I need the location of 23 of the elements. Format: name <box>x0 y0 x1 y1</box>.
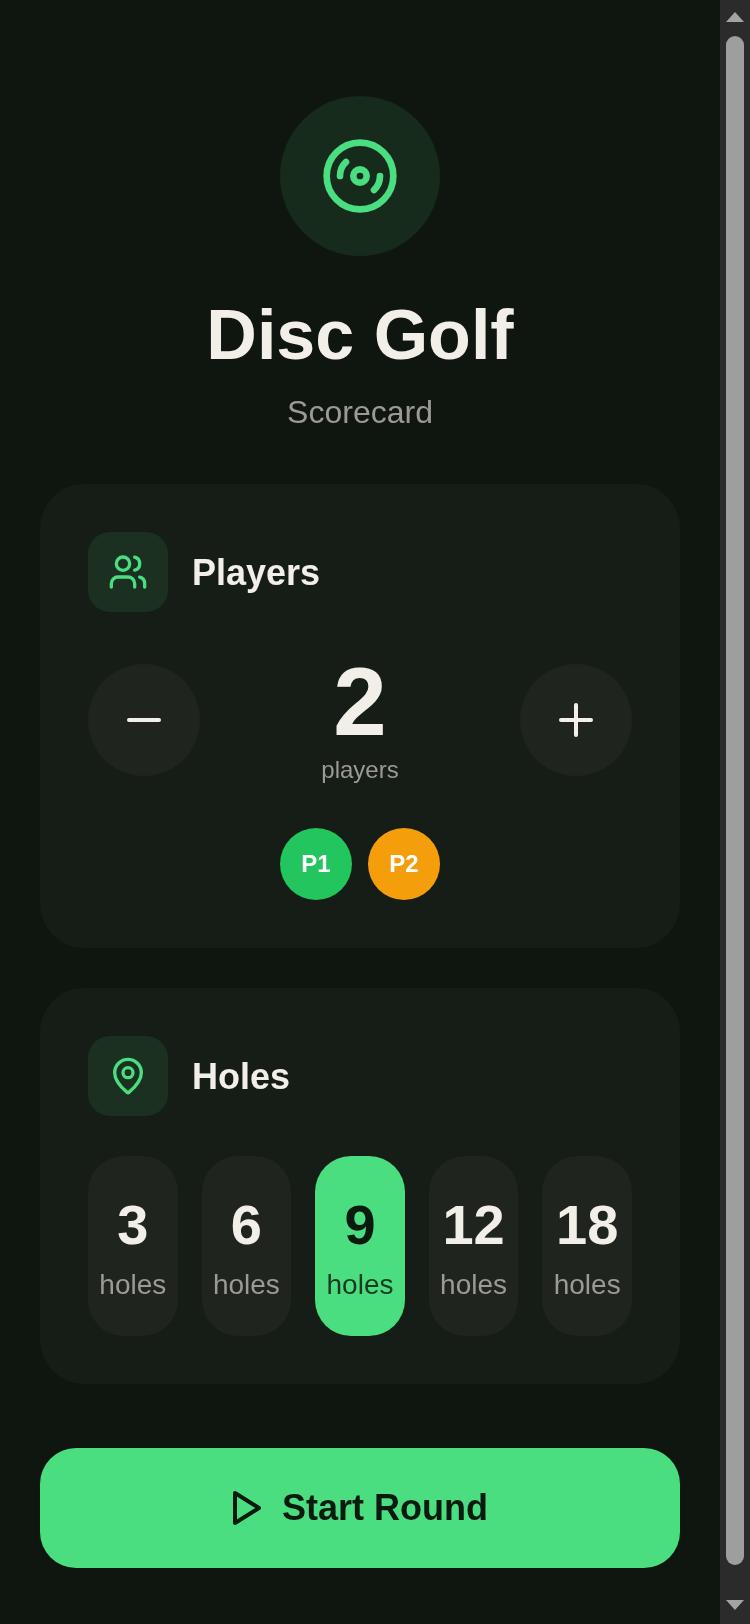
hole-count-option[interactable]: 12 holes <box>428 1156 519 1337</box>
player-count: 2 <box>333 654 387 751</box>
hole-count-option[interactable]: 3 holes <box>88 1156 178 1337</box>
holes-heading: Holes <box>192 1054 291 1098</box>
scroll-down-icon[interactable] <box>726 1600 744 1610</box>
player-avatar: P1 <box>280 828 352 901</box>
player-avatar: P2 <box>368 828 440 901</box>
player-count-label: players <box>321 756 399 786</box>
hole-count-option[interactable]: 9 holes <box>315 1156 405 1337</box>
app-title: Disc Golf <box>206 295 514 376</box>
app-subtitle: Scorecard <box>287 393 433 432</box>
hole-count-option[interactable]: 6 holes <box>201 1156 292 1337</box>
minus-icon <box>127 717 161 722</box>
scroll-up-icon[interactable] <box>726 12 744 22</box>
hole-count-option[interactable]: 18 holes <box>542 1156 632 1337</box>
users-icon <box>88 532 168 613</box>
scrollbar-thumb[interactable] <box>726 36 744 1565</box>
start-round-button[interactable]: Start Round <box>40 1448 680 1569</box>
players-heading: Players <box>192 550 321 594</box>
plus-icon <box>559 702 593 737</box>
play-icon <box>232 1490 262 1527</box>
disc-icon <box>280 96 440 256</box>
map-pin-icon <box>88 1036 168 1117</box>
